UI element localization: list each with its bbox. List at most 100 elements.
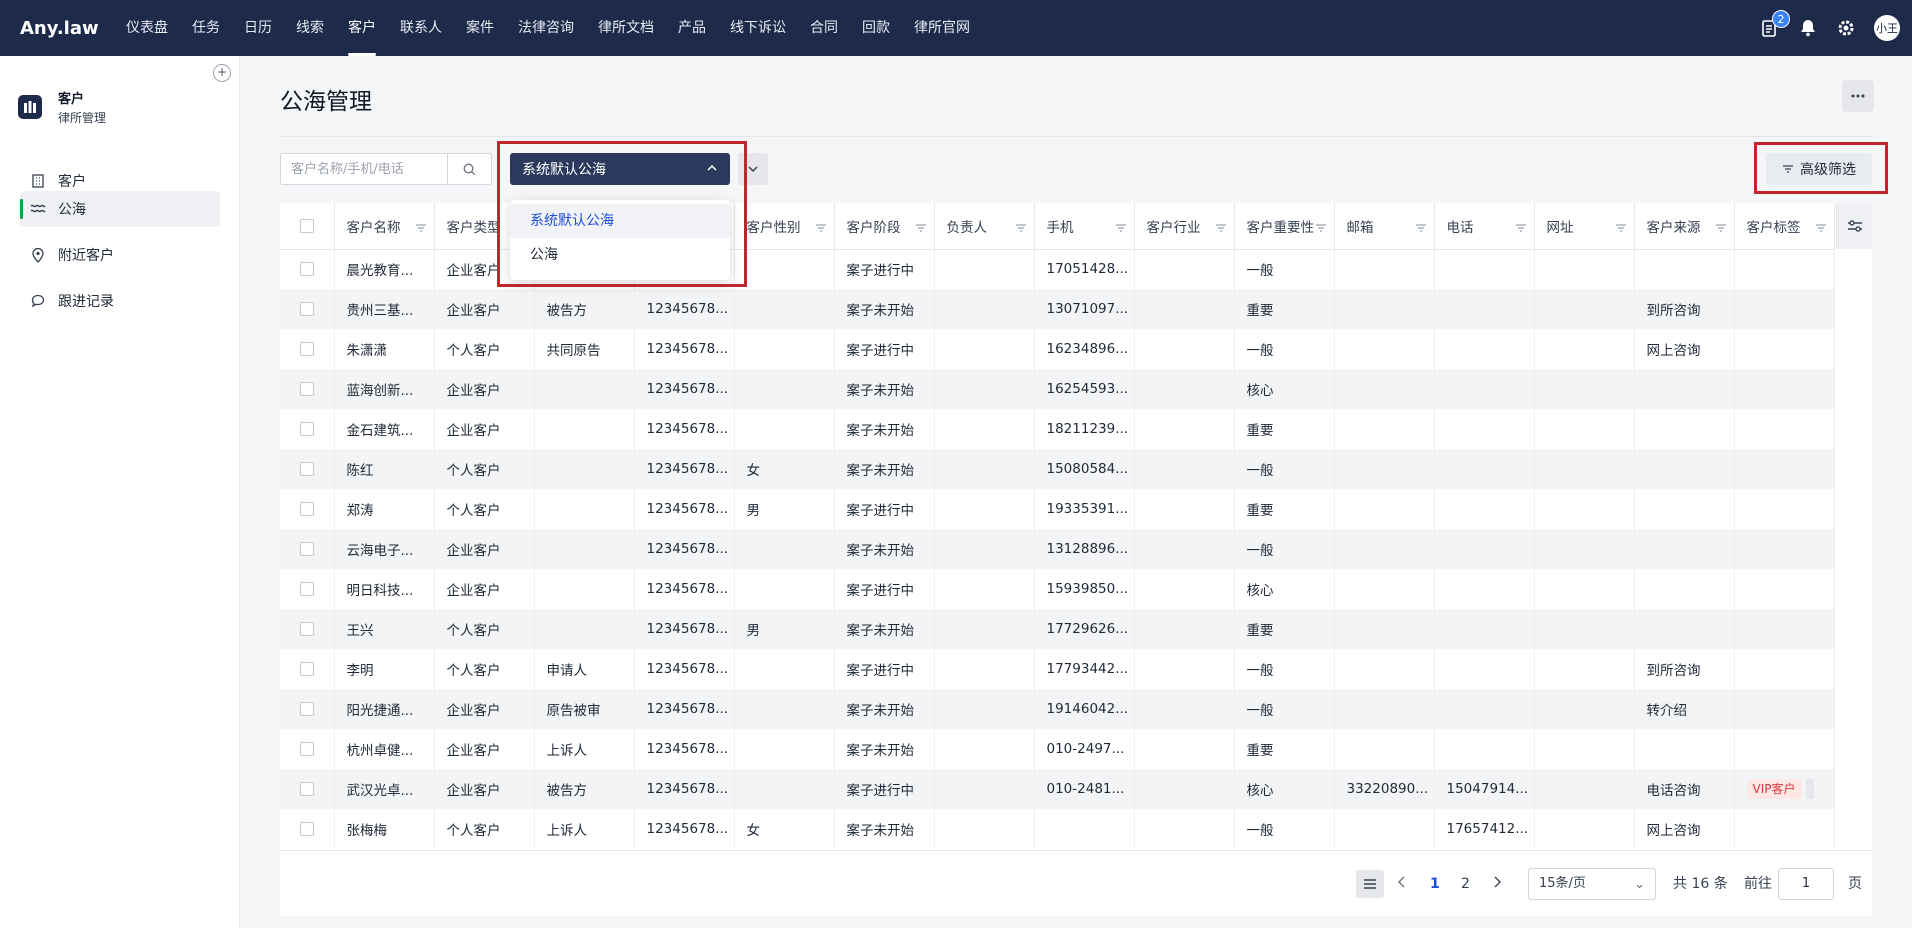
pool-option-default[interactable]: 系统默认公海 bbox=[510, 204, 730, 238]
row-checkbox-cell[interactable] bbox=[280, 289, 335, 329]
row-checkbox[interactable] bbox=[299, 582, 314, 596]
gear-icon[interactable] bbox=[1836, 18, 1856, 38]
table-row[interactable]: 朱潇潇 个人客户 共同原告 12345678... 案子进行中 16234896... 一般… bbox=[280, 329, 1835, 369]
row-checkbox[interactable] bbox=[299, 822, 314, 836]
row-checkbox[interactable] bbox=[299, 782, 314, 796]
table-row[interactable]: 陈红 个人客户 12345678... 女案子未开始 15080584... 一般 bbox=[280, 449, 1835, 489]
bell-icon[interactable] bbox=[1798, 18, 1818, 38]
row-checkbox-cell[interactable] bbox=[280, 329, 335, 369]
row-checkbox[interactable] bbox=[299, 262, 314, 277]
table-cell[interactable]: 郑涛 bbox=[334, 489, 435, 529]
column-header[interactable]: 负责人 bbox=[934, 203, 1035, 250]
nav-item-11[interactable]: 合同 bbox=[798, 0, 850, 56]
search-input[interactable] bbox=[291, 161, 461, 177]
row-checkbox[interactable] bbox=[299, 502, 314, 516]
table-cell[interactable]: 明日科技... bbox=[334, 569, 435, 609]
column-filter-icon[interactable] bbox=[1315, 220, 1326, 236]
table-cell[interactable]: 朱潇潇 bbox=[334, 329, 435, 369]
column-filter-icon[interactable] bbox=[1215, 220, 1226, 236]
nav-item-9[interactable]: 产品 bbox=[666, 0, 718, 56]
column-filter-icon[interactable] bbox=[415, 220, 426, 236]
next-page-icon[interactable] bbox=[1493, 870, 1501, 898]
table-cell[interactable]: 云海电子... bbox=[334, 529, 435, 569]
nav-item-13[interactable]: 律所官网 bbox=[902, 0, 982, 56]
column-filter-icon[interactable] bbox=[915, 220, 926, 236]
row-checkbox[interactable] bbox=[299, 702, 314, 716]
table-cell[interactable]: 陈红 bbox=[334, 449, 435, 489]
page-button-1[interactable]: 1 bbox=[1430, 870, 1440, 898]
row-checkbox[interactable] bbox=[299, 542, 314, 556]
nav-item-6[interactable]: 案件 bbox=[454, 0, 506, 56]
column-header[interactable]: 客户标签 bbox=[1734, 203, 1835, 250]
row-checkbox-cell[interactable] bbox=[280, 769, 335, 809]
column-header[interactable]: 邮箱 bbox=[1334, 203, 1435, 250]
table-cell[interactable]: 武汉光卓... bbox=[334, 769, 435, 809]
select-all-checkbox-cell[interactable] bbox=[280, 203, 335, 250]
sidebar-item-public-pool[interactable]: 公海 bbox=[20, 191, 220, 227]
row-checkbox-cell[interactable] bbox=[280, 529, 335, 569]
table-row[interactable]: 明日科技... 企业客户 12345678... 案子进行中 15939850... 核心 bbox=[280, 569, 1835, 609]
row-checkbox-cell[interactable] bbox=[280, 449, 335, 489]
row-checkbox[interactable] bbox=[299, 742, 314, 756]
more-actions-button[interactable] bbox=[1842, 80, 1874, 112]
prev-page-icon[interactable] bbox=[1398, 870, 1406, 898]
search-button[interactable] bbox=[447, 154, 491, 184]
table-cell[interactable]: 王兴 bbox=[334, 609, 435, 649]
column-header[interactable]: 客户性别 bbox=[734, 203, 835, 250]
row-checkbox-cell[interactable] bbox=[280, 489, 335, 529]
table-cell[interactable]: 张梅梅 bbox=[334, 809, 435, 849]
goto-page-input[interactable]: 1 bbox=[1778, 868, 1834, 900]
column-header[interactable]: 手机 bbox=[1034, 203, 1135, 250]
column-header[interactable]: 客户名称 bbox=[334, 203, 435, 250]
row-checkbox-cell[interactable] bbox=[280, 729, 335, 769]
nav-item-2[interactable]: 日历 bbox=[232, 0, 284, 56]
pool-menu-toggle[interactable] bbox=[738, 153, 768, 185]
tasks-icon[interactable]: 2 bbox=[1760, 10, 1790, 38]
nav-item-1[interactable]: 任务 bbox=[180, 0, 232, 56]
sidebar-item-followup[interactable]: 跟进记录 bbox=[20, 283, 220, 319]
advanced-filter-button[interactable]: 高级筛选 bbox=[1766, 153, 1872, 185]
row-checkbox[interactable] bbox=[299, 342, 314, 356]
row-checkbox[interactable] bbox=[299, 422, 314, 436]
table-cell[interactable]: 李明 bbox=[334, 649, 435, 689]
column-filter-icon[interactable] bbox=[1115, 220, 1126, 236]
table-row[interactable]: 金石建筑... 企业客户 12345678... 案子未开始 18211239... 重要 bbox=[280, 409, 1835, 449]
column-filter-icon[interactable] bbox=[1715, 220, 1726, 236]
column-filter-icon[interactable] bbox=[1515, 220, 1526, 236]
sidebar-item-nearby[interactable]: 附近客户 bbox=[20, 237, 220, 273]
table-row[interactable]: 郑涛 个人客户 12345678... 男案子进行中 19335391... 重要 bbox=[280, 489, 1835, 529]
nav-item-4[interactable]: 客户 bbox=[336, 0, 388, 56]
table-row[interactable]: 云海电子... 企业客户 12345678... 案子未开始 13128896... 一般 bbox=[280, 529, 1835, 569]
row-checkbox[interactable] bbox=[299, 382, 314, 396]
select-all-checkbox[interactable] bbox=[299, 218, 314, 233]
sidebar-collapse-button[interactable]: + bbox=[213, 64, 231, 82]
table-row[interactable]: 阳光捷通... 企业客户 原告被审 12345678... 案子未开始 19146042.… bbox=[280, 689, 1835, 729]
column-header[interactable]: 网址 bbox=[1534, 203, 1635, 250]
row-checkbox[interactable] bbox=[299, 462, 314, 476]
column-header[interactable]: 客户重要性 bbox=[1234, 203, 1335, 250]
column-settings-button[interactable] bbox=[1836, 203, 1872, 249]
column-filter-icon[interactable] bbox=[1815, 220, 1826, 236]
row-checkbox-cell[interactable] bbox=[280, 609, 335, 649]
app-logo[interactable]: Any.law bbox=[20, 18, 114, 39]
table-row[interactable]: 李明 个人客户 申请人 12345678... 案子进行中 17793442... 一般 到所… bbox=[280, 649, 1835, 689]
table-cell[interactable]: 阳光捷通... bbox=[334, 689, 435, 729]
row-checkbox-cell[interactable] bbox=[280, 249, 335, 289]
nav-item-3[interactable]: 线索 bbox=[284, 0, 336, 56]
row-checkbox-cell[interactable] bbox=[280, 369, 335, 409]
row-checkbox-cell[interactable] bbox=[280, 809, 335, 849]
pool-option-public[interactable]: 公海 bbox=[510, 238, 730, 272]
nav-item-0[interactable]: 仪表盘 bbox=[114, 0, 180, 56]
row-checkbox[interactable] bbox=[299, 622, 314, 636]
table-row[interactable]: 武汉光卓... 企业客户 被告方 12345678... 案子进行中 010-2481..… bbox=[280, 769, 1835, 809]
row-checkbox-cell[interactable] bbox=[280, 689, 335, 729]
column-header[interactable]: 客户来源 bbox=[1634, 203, 1735, 250]
column-filter-icon[interactable] bbox=[1015, 220, 1026, 236]
column-header[interactable]: 客户行业 bbox=[1134, 203, 1235, 250]
row-checkbox-cell[interactable] bbox=[280, 649, 335, 689]
column-header[interactable]: 客户阶段 bbox=[834, 203, 935, 250]
table-row[interactable]: 张梅梅 个人客户 上诉人 12345678... 女案子未开始 一般 17657412...… bbox=[280, 809, 1835, 849]
list-view-icon[interactable] bbox=[1356, 870, 1384, 898]
table-cell[interactable]: 蓝海创新... bbox=[334, 369, 435, 409]
column-filter-icon[interactable] bbox=[1615, 220, 1626, 236]
